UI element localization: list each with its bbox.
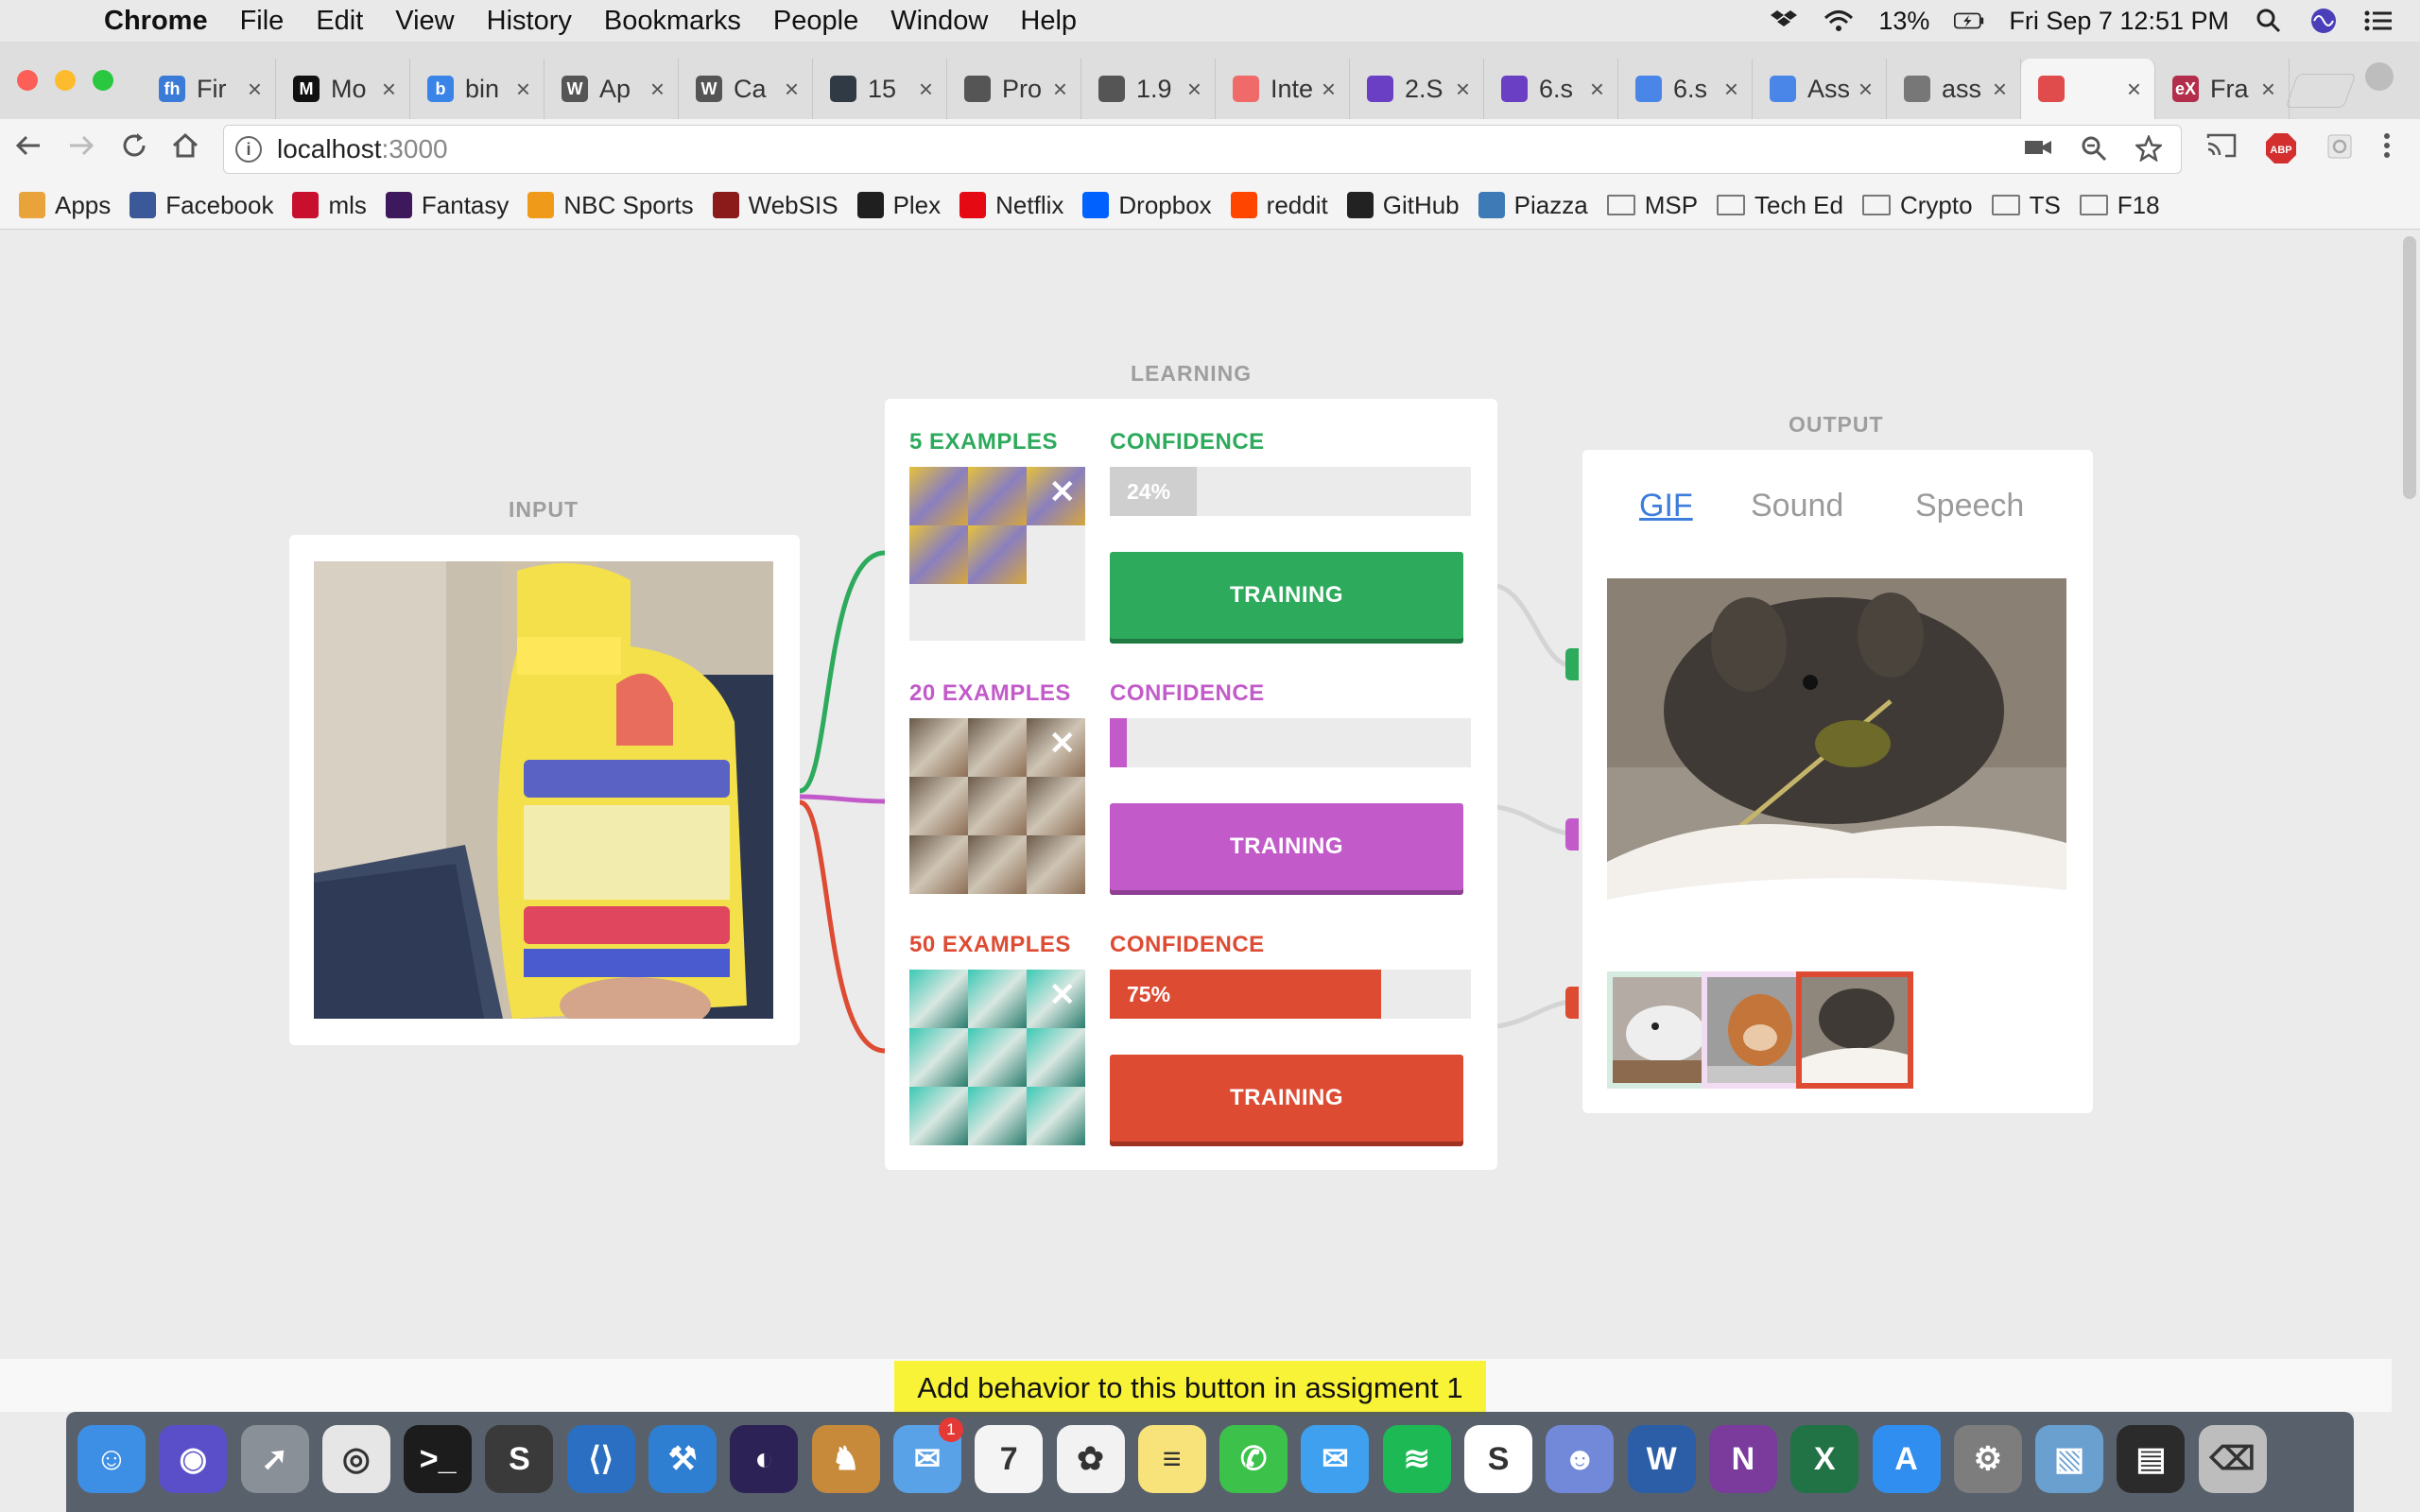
- spotify-icon[interactable]: ≋: [1382, 1425, 1451, 1493]
- example-thumbnail: [909, 1028, 968, 1087]
- launchpad-icon[interactable]: ➚: [240, 1425, 309, 1493]
- excel-icon[interactable]: X: [1790, 1425, 1859, 1493]
- example-thumbnail: [968, 525, 1027, 584]
- word-icon[interactable]: W: [1627, 1425, 1696, 1493]
- class2-to-output-link: [1496, 804, 1570, 836]
- app-store-icon[interactable]: A: [1872, 1425, 1941, 1493]
- eclipse-icon[interactable]: ◐: [730, 1425, 799, 1493]
- slack-icon[interactable]: S: [1464, 1425, 1533, 1493]
- input-to-class1-link: [799, 550, 886, 794]
- sublime-icon[interactable]: S: [485, 1425, 554, 1493]
- example-thumbnail: [968, 835, 1027, 894]
- class1-confidence-label: CONFIDENCE: [1110, 429, 1265, 455]
- preview-icon[interactable]: ▧: [2035, 1425, 2104, 1493]
- mac-dock: ☺ ◉ ➚ ◎ >_ S ⟨⟩ ⚒ ◐ ♞ ✉ 1 7 ✿ ≡ ✆ ✉ ≋ S ☻ W N X A ⚙ ▧ ▤ ⌫: [66, 1412, 2354, 1512]
- example-thumbnail: [909, 970, 968, 1028]
- onenote-icon[interactable]: N: [1708, 1425, 1777, 1493]
- learning-label: LEARNING: [1131, 361, 1253, 386]
- output-connector-1: [1565, 648, 1579, 680]
- input-card: [289, 535, 800, 1045]
- class1-train-button[interactable]: TRAINING: [1110, 552, 1463, 639]
- class3-to-output-link: [1496, 999, 1570, 1029]
- class1-clear-icon[interactable]: ✕: [1049, 476, 1077, 508]
- input-label: INPUT: [509, 497, 579, 522]
- class2-confidence-label: CONFIDENCE: [1110, 680, 1265, 706]
- example-thumbnail: [909, 718, 968, 777]
- messages-icon[interactable]: ✉: [1301, 1425, 1370, 1493]
- example-thumbnail: [1027, 835, 1085, 894]
- class1-confidence-fill: 24%: [1110, 467, 1197, 516]
- output-gif-preview: [1607, 578, 2066, 953]
- finder-icon[interactable]: ☺: [78, 1425, 146, 1493]
- class3-confidence-label: CONFIDENCE: [1110, 932, 1265, 957]
- example-thumbnail: [909, 525, 968, 584]
- siri-icon[interactable]: ◉: [159, 1425, 228, 1493]
- class3-train-button[interactable]: TRAINING: [1110, 1055, 1463, 1142]
- dock-badge: 1: [938, 1418, 963, 1442]
- class3-examples-count: 50 EXAMPLES: [909, 932, 1071, 957]
- assignment-hint-button[interactable]: Add behavior to this button in assigment…: [894, 1361, 1486, 1416]
- system-preferences-icon[interactable]: ⚙: [1953, 1425, 2022, 1493]
- input-to-class3-link: [799, 799, 886, 1054]
- example-thumbnail: [968, 777, 1027, 835]
- class2-train-button[interactable]: TRAINING: [1110, 803, 1463, 890]
- class3-confidence-fill: 75%: [1110, 970, 1381, 1019]
- class1-examples-count: 5 EXAMPLES: [909, 429, 1059, 455]
- example-thumbnail: [909, 777, 968, 835]
- class2-clear-icon[interactable]: ✕: [1049, 728, 1077, 760]
- class2-confidence-fill: [1110, 718, 1127, 767]
- example-thumbnail: [909, 1087, 968, 1145]
- example-thumbnail: [968, 970, 1027, 1028]
- class2-example-thumbnails: ✕: [909, 718, 1085, 894]
- discord-icon[interactable]: ☻: [1546, 1425, 1615, 1493]
- class2-examples-count: 20 EXAMPLES: [909, 680, 1071, 706]
- input-to-class2-link: [799, 794, 886, 804]
- tab-sound[interactable]: Sound: [1751, 488, 1843, 524]
- class1-confidence-bar: 24%: [1110, 467, 1471, 516]
- photos-icon[interactable]: ✿: [1056, 1425, 1125, 1493]
- class3-clear-icon[interactable]: ✕: [1049, 979, 1077, 1011]
- example-thumbnail: [968, 1087, 1027, 1145]
- example-thumbnail: [1027, 1087, 1085, 1145]
- class1-example-thumbnails: ✕: [909, 467, 1085, 641]
- chrome-icon[interactable]: ◎: [321, 1425, 390, 1493]
- facetime-icon[interactable]: ✆: [1219, 1425, 1288, 1493]
- example-thumbnail: [968, 467, 1027, 525]
- xcode-icon[interactable]: ⚒: [648, 1425, 717, 1493]
- trash-icon[interactable]: ⌫: [2198, 1425, 2267, 1493]
- terminal-icon[interactable]: >_: [404, 1425, 473, 1493]
- output-gif-option-3[interactable]: [1796, 971, 1913, 1089]
- example-thumbnail: [1027, 1028, 1085, 1087]
- output-label: OUTPUT: [1789, 412, 1884, 437]
- class2-confidence-bar: [1110, 718, 1471, 767]
- example-thumbnail: [909, 467, 968, 525]
- vscode-icon[interactable]: ⟨⟩: [566, 1425, 635, 1493]
- output-connector-2: [1565, 818, 1579, 850]
- tab-speech[interactable]: Speech: [1915, 488, 2024, 524]
- output-connector-3: [1565, 987, 1579, 1019]
- example-thumbnail: [968, 1028, 1027, 1087]
- notes-icon[interactable]: ≡: [1137, 1425, 1206, 1493]
- class3-example-thumbnails: ✕: [909, 970, 1085, 1145]
- example-thumbnail: [909, 835, 968, 894]
- calendar-icon[interactable]: 7: [975, 1425, 1044, 1493]
- finder-window-icon[interactable]: ▤: [2117, 1425, 2186, 1493]
- class3-confidence-bar: 75%: [1110, 970, 1471, 1019]
- cyberduck-icon[interactable]: ♞: [811, 1425, 880, 1493]
- class1-to-output-link: [1496, 583, 1570, 668]
- example-thumbnail: [968, 718, 1027, 777]
- webcam-feed: [314, 561, 773, 1019]
- tab-gif[interactable]: GIF: [1639, 488, 1693, 524]
- example-thumbnail: [1027, 777, 1085, 835]
- output-card: GIF Sound Speech: [1582, 450, 2093, 1113]
